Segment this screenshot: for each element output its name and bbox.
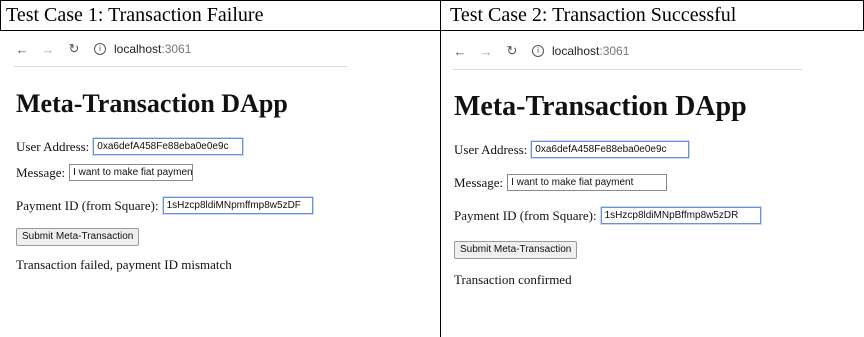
browser-toolbar: ← → ↻ i localhost:3061 — [14, 33, 348, 65]
address-bar[interactable]: localhost:3061 — [552, 44, 629, 58]
reload-icon[interactable]: ↻ — [66, 41, 82, 57]
message-row: Message: I want to make fiat payment — [454, 174, 668, 191]
toolbar-divider — [14, 66, 348, 67]
forward-arrow-icon[interactable]: → — [40, 41, 56, 57]
payment-id-input[interactable]: 1sHzcp8ldiMNpBffmp8w5zDR — [600, 207, 761, 224]
message-label: Message: — [454, 174, 504, 190]
payment-id-input[interactable]: 1sHzcp8ldiMNpmffmp8w5zDF — [162, 197, 313, 214]
table-border-left — [0, 0, 1, 30]
url-host: localhost — [114, 42, 162, 56]
message-input[interactable]: I want to make fiat payment — [507, 174, 668, 191]
header-case1: Test Case 1: Transaction Failure — [6, 4, 264, 26]
status-message: Transaction failed, payment ID mismatch — [16, 257, 232, 272]
browser-toolbar: ← → ↻ i localhost:3061 — [452, 35, 802, 67]
status-message: Transaction confirmed — [454, 272, 572, 287]
message-input[interactable]: I want to make fiat payment — [69, 164, 194, 181]
forward-arrow-icon[interactable]: → — [478, 43, 494, 59]
header-case2: Test Case 2: Transaction Successful — [450, 4, 737, 26]
page-title: Meta-Transaction DApp — [16, 89, 288, 118]
payment-id-label: Payment ID (from Square): — [454, 207, 597, 223]
user-address-input[interactable]: 0xa6defA458Fe88eba0e0e9c — [93, 138, 244, 155]
message-label: Message: — [16, 164, 66, 180]
submit-meta-transaction-button[interactable]: Submit Meta-Transaction — [454, 241, 578, 259]
comparison-table: Test Case 1: Transaction Failure Test Ca… — [0, 0, 864, 337]
payment-id-row: Payment ID (from Square): 1sHzcp8ldiMNpm… — [16, 197, 313, 214]
user-address-row: User Address: 0xa6defA458Fe88eba0e0e9c — [454, 141, 690, 158]
info-icon[interactable]: i — [532, 45, 544, 57]
reload-icon[interactable]: ↻ — [504, 43, 520, 59]
page-title: Meta-Transaction DApp — [454, 91, 747, 122]
url-host: localhost — [552, 44, 600, 58]
user-address-row: User Address: 0xa6defA458Fe88eba0e0e9c — [16, 138, 244, 155]
table-border-top — [0, 0, 864, 1]
screenshot-case1: ← → ↻ i localhost:3061 Meta-Transaction … — [14, 31, 434, 337]
back-arrow-icon[interactable]: ← — [452, 43, 468, 59]
info-icon[interactable]: i — [94, 43, 106, 55]
address-bar[interactable]: localhost:3061 — [114, 42, 191, 56]
url-port: :3061 — [599, 44, 630, 58]
user-address-label: User Address: — [16, 138, 90, 154]
user-address-input[interactable]: 0xa6defA458Fe88eba0e0e9c — [531, 141, 690, 158]
url-port: :3061 — [161, 42, 192, 56]
submit-meta-transaction-button[interactable]: Submit Meta-Transaction — [16, 228, 140, 246]
user-address-label: User Address: — [454, 141, 528, 157]
payment-id-row: Payment ID (from Square): 1sHzcp8ldiMNpB… — [454, 207, 761, 224]
column-divider — [440, 0, 441, 337]
screenshot-case2: ← → ↻ i localhost:3061 Meta-Transaction … — [452, 31, 860, 337]
message-row: Message: I want to make fiat payment — [16, 164, 194, 181]
payment-id-label: Payment ID (from Square): — [16, 197, 159, 213]
toolbar-divider — [452, 69, 802, 70]
back-arrow-icon[interactable]: ← — [14, 41, 30, 57]
